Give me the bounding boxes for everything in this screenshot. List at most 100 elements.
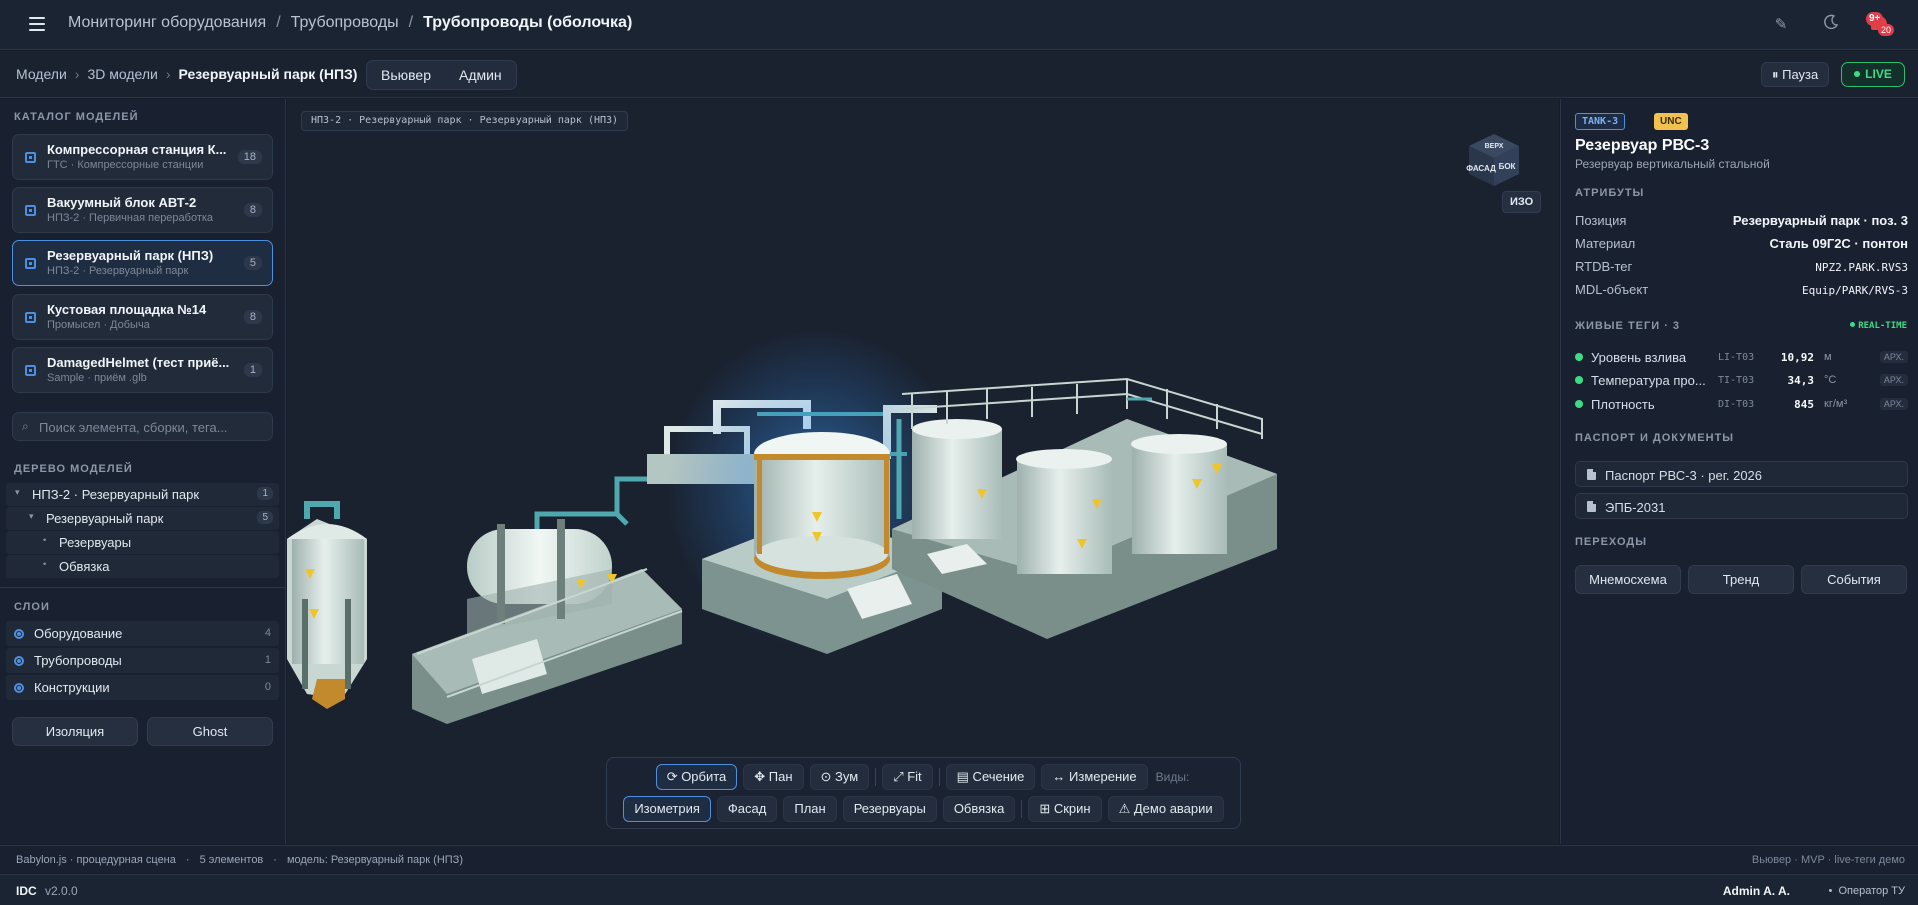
- orbit-button[interactable]: ⟳ Орбита: [655, 764, 738, 790]
- crumb-models[interactable]: Модели: [16, 66, 67, 82]
- zoom-button[interactable]: ⊙ Зум: [809, 764, 870, 790]
- tree-label: Резервуары: [59, 535, 132, 550]
- tree-row[interactable]: ▾ НПЗ-2 · Резервуарный парк 1: [6, 483, 279, 506]
- iso-view-button[interactable]: ИЗО: [1502, 191, 1542, 213]
- alarm-demo-button[interactable]: ⚠ Демо аварии: [1107, 796, 1224, 822]
- live-button[interactable]: LIVE: [1841, 62, 1905, 87]
- file-icon: [1587, 469, 1596, 480]
- tree-row[interactable]: • Обвязка: [6, 555, 279, 578]
- live-tags-heading: ЖИВЫЕ ТЕГИ · 3: [1575, 320, 1681, 332]
- user-name[interactable]: Admin A. A.: [1723, 884, 1790, 898]
- vertical-tank-left[interactable]: [287, 501, 367, 709]
- object-subtitle: Резервуар вертикальный стальной: [1575, 157, 1770, 171]
- live-tag-code: DI-T03: [1718, 399, 1755, 410]
- documents-heading: ПАСПОРТ И ДОКУМЕНТЫ: [1575, 432, 1735, 444]
- attribute-row: Материал Сталь 09Г2С · понтон: [1575, 234, 1908, 254]
- cube-top-label[interactable]: ВЕРХ: [1485, 143, 1504, 150]
- toolbar-row-tools: ⟳ Орбита ✥ Пан ⊙ Зум ⤢ Fit ▤ Сечение ↔ И…: [607, 764, 1240, 790]
- view-cube[interactable]: ВЕРХ ФАСАД БОК: [1464, 129, 1524, 189]
- chevron-down-icon[interactable]: ▾: [29, 511, 34, 522]
- user-role-label: Оператор ТУ: [1838, 885, 1905, 897]
- model-card[interactable]: DamagedHelmet (тест приё... Sample · при…: [12, 347, 273, 393]
- ghost-button[interactable]: Ghost: [147, 717, 273, 746]
- events-button[interactable]: События: [1801, 565, 1907, 594]
- archive-button[interactable]: АРХ.: [1879, 398, 1908, 410]
- breadcrumb-item[interactable]: Трубопроводы: [291, 14, 399, 32]
- layer-label: Оборудование: [34, 626, 123, 641]
- tree-row[interactable]: • Резервуары: [6, 531, 279, 554]
- search-input[interactable]: [39, 417, 267, 437]
- screenshot-button[interactable]: ⊞ Скрин: [1028, 796, 1102, 822]
- mode-viewer[interactable]: Вьювер: [367, 61, 445, 89]
- model-icon: [25, 205, 36, 216]
- view-tanks-button[interactable]: Резервуары: [842, 796, 937, 822]
- cube-side-label[interactable]: БОК: [1499, 162, 1516, 171]
- model-subtitle: Sample · приём .glb: [47, 372, 147, 384]
- model-title: Резервуарный парк (НПЗ): [47, 248, 214, 263]
- left-panel: КАТАЛОГ МОДЕЛЕЙ Компрессорная станция К.…: [0, 99, 286, 844]
- archive-button[interactable]: АРХ.: [1879, 374, 1908, 386]
- live-tag-row[interactable]: Плотность DI-T03 845 кг/м³ АРХ.: [1575, 395, 1908, 415]
- model-icon: [25, 365, 36, 376]
- mode-switch: Вьювер Админ: [366, 60, 517, 90]
- brand-logo: IDC: [16, 884, 37, 898]
- transitions-heading: ПЕРЕХОДЫ: [1575, 536, 1647, 548]
- document-link[interactable]: Паспорт РВС-3 · рег. 2026: [1575, 461, 1908, 487]
- menu-icon[interactable]: [29, 17, 45, 31]
- fit-button[interactable]: ⤢ Fit: [882, 764, 933, 790]
- status-engine: Babylon.js · процедурная сцена: [16, 854, 176, 866]
- layer-label: Конструкции: [34, 680, 110, 695]
- breadcrumb-item[interactable]: Мониторинг оборудования: [68, 14, 266, 32]
- layer-row[interactable]: Трубопроводы 1: [6, 648, 279, 673]
- app-version: v2.0.0: [45, 884, 78, 898]
- pin-icon[interactable]: ✎: [1770, 14, 1792, 36]
- mode-admin[interactable]: Админ: [445, 61, 516, 89]
- live-tag-row[interactable]: Уровень взлива LI-T03 10,92 м АРХ.: [1575, 348, 1908, 368]
- pause-button[interactable]: ⏸ Пауза: [1761, 62, 1830, 87]
- mnemonic-button[interactable]: Мнемосхема: [1575, 565, 1681, 594]
- cube-front-label[interactable]: ФАСАД: [1466, 164, 1496, 173]
- view-facade-button[interactable]: Фасад: [716, 796, 778, 822]
- view-isometry-button[interactable]: Изометрия: [623, 796, 711, 822]
- crumb-3d-models[interactable]: 3D модели: [87, 66, 157, 82]
- footer: IDC v2.0.0 Admin A. A. • Оператор ТУ: [0, 874, 1918, 905]
- layer-row[interactable]: Оборудование 4: [6, 621, 279, 646]
- crumb-separator: ›: [165, 66, 171, 82]
- 3d-scene[interactable]: [287, 99, 1559, 844]
- horizontal-tank-platform[interactable]: [412, 476, 683, 724]
- trend-button[interactable]: Тренд: [1688, 565, 1794, 594]
- archive-button[interactable]: АРХ.: [1879, 351, 1908, 363]
- breadcrumb-separator: /: [276, 14, 281, 31]
- model-subtitle: ГТС · Компрессорные станции: [47, 159, 204, 171]
- element-search[interactable]: ⌕: [12, 412, 273, 441]
- status-dot: [1575, 353, 1583, 361]
- model-card[interactable]: Кустовая площадка №14 Промысел · Добыча …: [12, 294, 273, 340]
- document-label: ЭПБ-2031: [1605, 500, 1666, 515]
- radio-icon[interactable]: [14, 683, 24, 693]
- search-icon: ⌕: [22, 419, 29, 433]
- attribute-value: Equip/PARK/RVS-3: [1802, 284, 1908, 297]
- view-plan-button[interactable]: План: [783, 796, 837, 822]
- live-tag-row[interactable]: Температура про... TI-T03 34,3 °C АРХ.: [1575, 371, 1908, 391]
- measure-button[interactable]: ↔ Измерение: [1041, 764, 1148, 790]
- 3d-viewport[interactable]: НПЗ-2 · Резервуарный парк · Резервуарный…: [287, 99, 1559, 844]
- model-icon: [25, 312, 36, 323]
- model-card[interactable]: Компрессорная станция К... ГТС · Компрес…: [12, 134, 273, 180]
- model-count: 18: [237, 150, 262, 164]
- section-button[interactable]: ▤ Сечение: [945, 764, 1036, 790]
- layer-count: 0: [264, 681, 271, 693]
- moon-icon[interactable]: [1820, 14, 1842, 36]
- pan-button[interactable]: ✥ Пан: [743, 764, 804, 790]
- tree-row[interactable]: ▾ Резервуарный парк 5: [6, 507, 279, 530]
- document-link[interactable]: ЭПБ-2031: [1575, 493, 1908, 519]
- view-piping-button[interactable]: Обвязка: [942, 796, 1016, 822]
- attributes-heading: АТРИБУТЫ: [1575, 187, 1645, 199]
- model-card-active[interactable]: Резервуарный парк (НПЗ) НПЗ-2 · Резервуа…: [12, 240, 273, 286]
- radio-icon[interactable]: [14, 629, 24, 639]
- live-tag-value: 845: [1794, 398, 1814, 411]
- radio-icon[interactable]: [14, 656, 24, 666]
- isolate-button[interactable]: Изоляция: [12, 717, 138, 746]
- model-card[interactable]: Вакуумный блок АВТ-2 НПЗ-2 · Первичная п…: [12, 187, 273, 233]
- layer-row[interactable]: Конструкции 0: [6, 675, 279, 700]
- chevron-down-icon[interactable]: ▾: [15, 487, 20, 498]
